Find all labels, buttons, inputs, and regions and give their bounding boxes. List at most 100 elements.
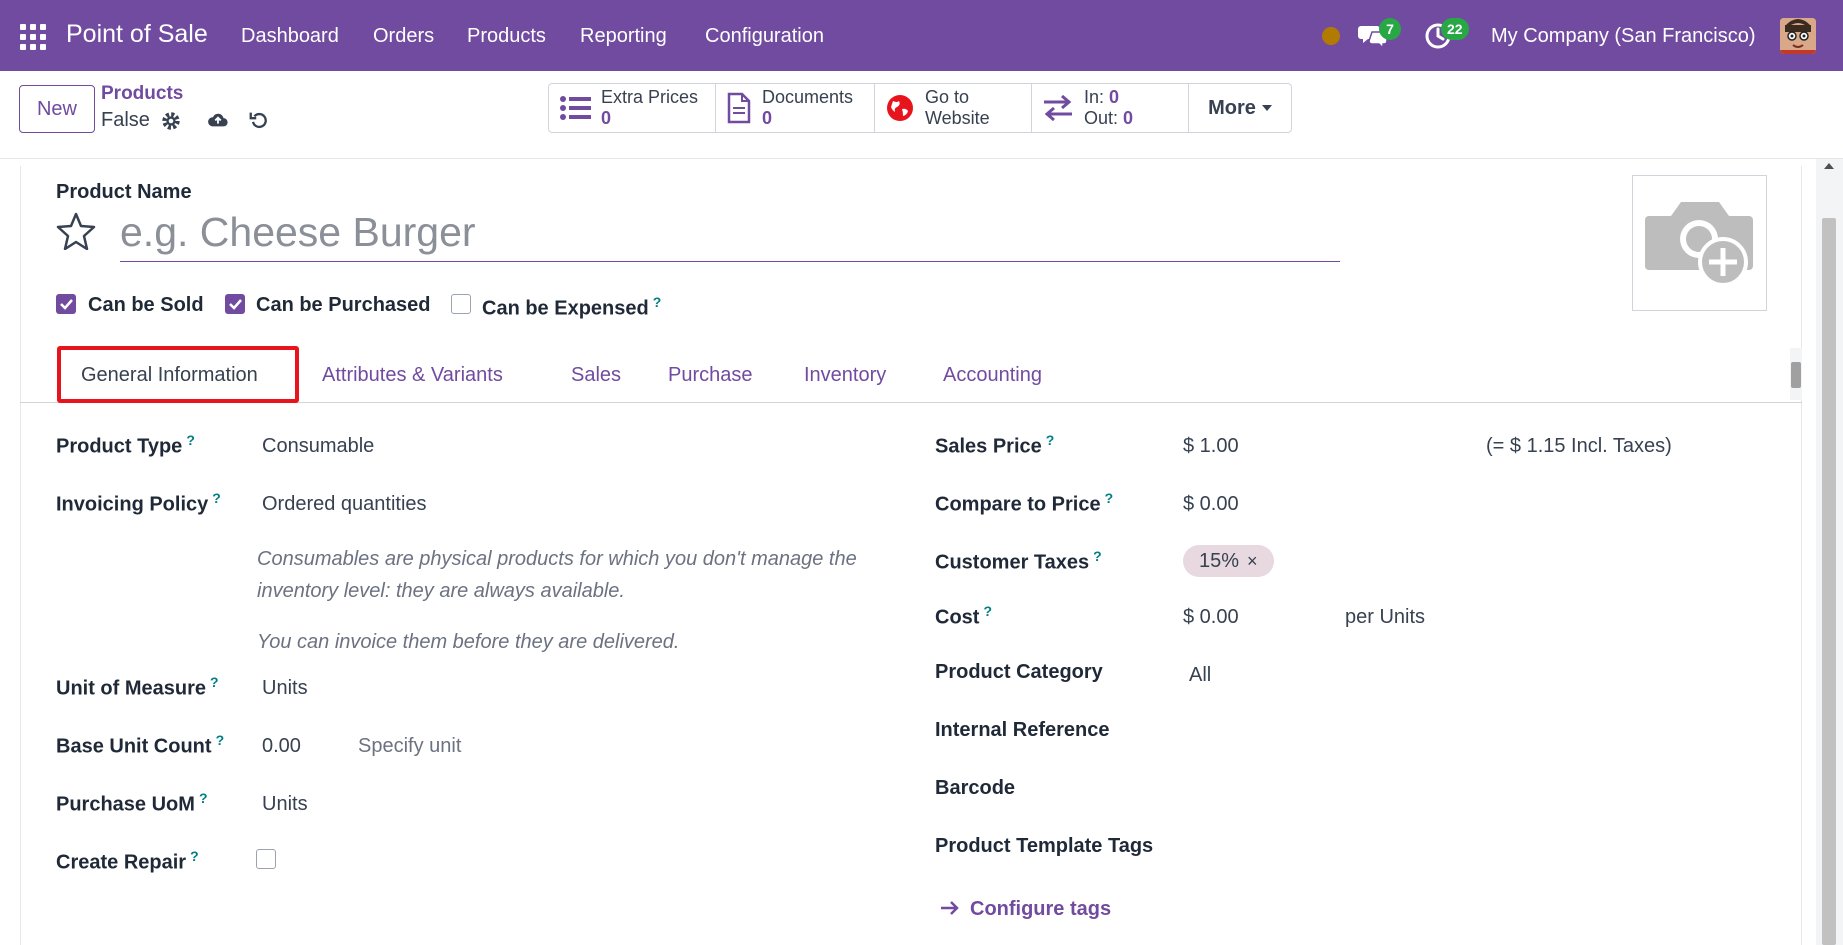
help-tooltip-icon[interactable]: ? (1105, 490, 1114, 506)
base-unit-count-label: Base Unit Count? (56, 732, 225, 758)
product-type-label: Product Type? (56, 432, 195, 458)
tab-inventory[interactable]: Inventory (804, 364, 886, 387)
list-icon (560, 96, 591, 120)
tabs-scrollbar[interactable] (1790, 348, 1802, 400)
specify-unit-input[interactable]: Specify unit (358, 735, 461, 758)
barcode-label: Barcode (935, 777, 1016, 799)
product-image-upload[interactable] (1632, 175, 1767, 311)
can-be-purchased-checkbox[interactable] (225, 294, 245, 314)
out-count: 0 (1123, 108, 1134, 128)
in-out-moves-button[interactable]: In: 0 Out: 0 (1032, 84, 1189, 132)
product-name-input[interactable] (120, 204, 1340, 262)
customer-taxes-label: Customer Taxes? (935, 548, 1102, 574)
documents-count: 0 (762, 108, 773, 128)
save-cloud-icon[interactable] (206, 109, 230, 131)
app-brand[interactable]: Point of Sale (66, 20, 208, 49)
user-avatar[interactable] (1780, 18, 1816, 54)
favorite-star-icon[interactable] (56, 212, 96, 250)
invoicing-policy-label: Invoicing Policy? (56, 490, 221, 516)
product-type-value[interactable]: Consumable (262, 435, 374, 458)
company-switcher[interactable]: My Company (San Francisco) (1491, 25, 1756, 48)
product-category-label: Product Category (935, 661, 1103, 683)
help-tooltip-icon[interactable]: ? (190, 848, 199, 864)
base-unit-count-value[interactable]: 0.00 (262, 735, 301, 758)
help-tooltip-icon[interactable]: ? (212, 490, 221, 506)
create-repair-checkbox[interactable] (256, 849, 276, 869)
help-tooltip-icon[interactable]: ? (983, 603, 992, 619)
unit-of-measure-label: Unit of Measure? (56, 674, 219, 700)
messages-badge: 7 (1379, 18, 1401, 40)
camera-plus-icon (1645, 202, 1753, 287)
cost-label: Cost? (935, 603, 993, 629)
tab-attributes-variants[interactable]: Attributes & Variants (322, 364, 503, 387)
tax-tag-label: 15% (1199, 549, 1240, 572)
cost-value[interactable]: $ 0.00 (1183, 606, 1239, 629)
can-be-sold-label: Can be Sold (88, 294, 204, 316)
help-tooltip-icon[interactable]: ? (653, 294, 662, 310)
go-to-website-button[interactable]: Go to Website (875, 84, 1032, 132)
purchase-uom-value[interactable]: Units (262, 793, 308, 816)
menu-products[interactable]: Products (467, 25, 546, 48)
create-repair-label: Create Repair? (56, 848, 199, 874)
new-button[interactable]: New (19, 85, 95, 133)
help-tooltip-icon[interactable]: ? (1046, 432, 1055, 448)
product-type-help-line2: inventory level: they are always availab… (257, 580, 625, 602)
extra-prices-count: 0 (601, 108, 612, 128)
in-label: In: (1084, 87, 1105, 107)
help-tooltip-icon[interactable]: ? (199, 790, 208, 806)
help-tooltip-icon[interactable]: ? (186, 432, 195, 448)
help-tooltip-icon[interactable]: ? (210, 674, 219, 690)
help-tooltip-icon[interactable]: ? (1093, 548, 1102, 564)
remove-tag-icon[interactable]: × (1247, 551, 1258, 572)
smart-buttons: Extra Prices 0 Documents 0 Go to Website In… (548, 83, 1292, 133)
tab-accounting[interactable]: Accounting (943, 364, 1042, 387)
menu-reporting[interactable]: Reporting (580, 25, 667, 48)
caret-down-icon (1261, 105, 1272, 111)
extra-prices-button[interactable]: Extra Prices 0 (549, 84, 716, 132)
tab-purchase[interactable]: Purchase (668, 364, 753, 387)
sales-price-label: Sales Price? (935, 432, 1055, 458)
sales-price-value[interactable]: $ 1.00 (1183, 435, 1239, 458)
help-tooltip-icon[interactable]: ? (216, 732, 225, 748)
website-label-line2: Website (925, 108, 990, 128)
out-label: Out: (1084, 108, 1119, 128)
product-name-label: Product Name (56, 181, 192, 203)
exchange-arrows-icon (1044, 95, 1072, 121)
breadcrumb-products[interactable]: Products (101, 83, 183, 105)
page-scrollbar-thumb[interactable] (1822, 218, 1836, 945)
can-be-sold-checkbox[interactable] (56, 294, 76, 314)
in-count: 0 (1109, 87, 1120, 107)
can-be-expensed-checkbox[interactable] (451, 294, 471, 314)
invoicing-policy-value[interactable]: Ordered quantities (262, 493, 427, 516)
more-button[interactable]: More (1189, 84, 1291, 132)
menu-orders[interactable]: Orders (373, 25, 434, 48)
purchase-uom-label: Purchase UoM? (56, 790, 208, 816)
product-type-help-line1: Consumables are physical products for wh… (257, 548, 857, 570)
unit-of-measure-value[interactable]: Units (262, 677, 308, 700)
price-incl-taxes: (= $ 1.15 Incl. Taxes) (1486, 435, 1672, 457)
documents-label: Documents (762, 87, 854, 107)
menu-dashboard[interactable]: Dashboard (241, 25, 339, 48)
compare-price-label: Compare to Price? (935, 490, 1114, 516)
can-be-expensed-label: Can be Expensed? (482, 294, 662, 320)
presence-status-icon[interactable] (1322, 27, 1340, 45)
document-icon (727, 92, 751, 124)
top-navbar: Point of Sale Dashboard Orders Products … (0, 0, 1843, 71)
configure-tags-link[interactable]: Configure tags (970, 898, 1111, 921)
scroll-up-arrow-icon[interactable] (1824, 163, 1834, 169)
cost-unit: per Units (1345, 606, 1426, 628)
extra-prices-label: Extra Prices (601, 87, 699, 107)
tab-sales[interactable]: Sales (571, 364, 621, 387)
tax-tag[interactable]: 15% × (1183, 545, 1274, 577)
invoice-help-text: You can invoice them before they are del… (257, 631, 680, 653)
discard-undo-icon[interactable] (248, 109, 270, 131)
gear-icon[interactable] (160, 110, 182, 132)
product-category-value[interactable]: All (1189, 664, 1211, 687)
menu-configuration[interactable]: Configuration (705, 25, 824, 48)
apps-menu-icon[interactable] (20, 24, 46, 50)
compare-price-value[interactable]: $ 0.00 (1183, 493, 1239, 516)
more-label: More (1208, 96, 1256, 119)
documents-button[interactable]: Documents 0 (716, 84, 875, 132)
record-name: False (101, 109, 150, 131)
globe-icon (887, 95, 913, 121)
